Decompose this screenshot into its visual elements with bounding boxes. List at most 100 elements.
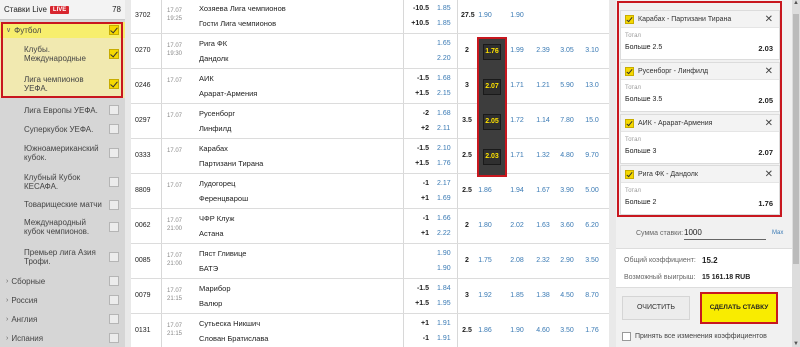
odds-cell[interactable]: 4.60 [533,327,553,334]
odds-cell[interactable]: 1.90 [507,327,527,334]
odds-cell[interactable]: 15.0 [582,117,602,124]
sidebar-checkbox[interactable] [109,148,119,158]
team-home[interactable]: Хозяева Лига чемпионов [199,4,286,13]
scroll-up-icon[interactable]: ▲ [792,0,800,6]
odds-cell[interactable]: 1.86 [475,327,495,334]
team-away[interactable]: Арарат-Армения [199,89,257,98]
odds-cell[interactable]: 1.21 [533,82,553,89]
sidebar-checkbox[interactable] [109,177,119,187]
odds-cell[interactable]: 1.71 [507,82,527,89]
odds-cell[interactable]: 1.75 [475,257,495,264]
scrollbar[interactable]: ▲ ▼ [792,0,800,347]
sidebar-checkbox[interactable] [109,124,119,134]
sidebar-item[interactable]: › Сборные [0,272,125,290]
odds-cell[interactable]: 1.63 [533,222,553,229]
scroll-thumb[interactable] [793,14,799,264]
team-away[interactable]: Линфилд [199,124,231,133]
sidebar-item[interactable]: › Россия [0,291,125,309]
scroll-down-icon[interactable]: ▼ [792,341,800,347]
sidebar-checkbox[interactable] [109,79,119,89]
sidebar-checkbox[interactable] [109,314,119,324]
odds-cell[interactable]: 1.86 [475,187,495,194]
sidebar-checkbox[interactable] [109,333,119,343]
handicap-odd-away[interactable]: 1.90 [437,265,451,272]
odds-cell[interactable]: 13.0 [582,82,602,89]
team-home[interactable]: ЧФР Клуж [199,214,234,223]
sidebar-item[interactable]: Южноамериканский кубок. [0,139,125,167]
clear-button[interactable]: ОЧИСТИТЬ [622,296,690,320]
odds-cell[interactable]: 1.32 [533,152,553,159]
odds-cell[interactable]: 3.90 [557,187,577,194]
odds-cell[interactable]: 1.92 [475,292,495,299]
sidebar-checkbox[interactable] [109,222,119,232]
odds-cell[interactable]: 2.90 [557,257,577,264]
odds-cell[interactable]: 5.90 [557,82,577,89]
sidebar-checkbox[interactable] [109,276,119,286]
handicap-odd-away[interactable]: 1.91 [437,335,451,342]
sidebar-item[interactable]: Международный кубок чемпионов. [0,212,125,242]
stake-input[interactable] [684,226,766,240]
stake-max-link[interactable]: Max [772,230,783,236]
odds-cell[interactable]: 3.10 [582,47,602,54]
odds-cell[interactable]: 3.50 [557,327,577,334]
odds-cell[interactable]: 1.90 [507,12,527,19]
odds-cell[interactable]: 1.76 [582,327,602,334]
sidebar-item[interactable]: › Англия [0,310,125,328]
odds-cell[interactable]: 1.38 [533,292,553,299]
team-away[interactable]: Валюр [199,299,222,308]
handicap-odd-home[interactable]: 1.90 [437,250,451,257]
odds-cell[interactable]: 2.32 [533,257,553,264]
sidebar-checkbox[interactable] [109,49,119,59]
odds-cell[interactable]: 3.05 [557,47,577,54]
sidebar-checkbox[interactable] [109,199,119,210]
sidebar-item[interactable]: Товарищеские матчи [0,197,125,212]
team-home[interactable]: Сутьеска Никшич [199,319,260,328]
team-away[interactable]: Ференцварош [199,194,248,203]
team-away[interactable]: Слован Братислава [199,334,268,343]
handicap-odd-away[interactable]: 1.85 [437,20,451,27]
sidebar-item[interactable]: ∨ Футбол [0,22,125,38]
odds-cell[interactable]: 2.08 [507,257,527,264]
sidebar-item[interactable]: Лига чемпионов УЕФА. [0,70,125,98]
handicap-odd-away[interactable]: 1.76 [437,160,451,167]
team-home[interactable]: Марибор [199,284,231,293]
handicap-odd-home[interactable]: 1.65 [437,40,451,47]
odds-cell[interactable]: 2.02 [507,222,527,229]
odds-cell[interactable]: 1.67 [533,187,553,194]
team-away[interactable]: Гости Лига чемпионов [199,19,276,28]
handicap-odd-home[interactable]: 1.91 [437,320,451,327]
close-icon[interactable]: ✕ [765,14,773,25]
sidebar-checkbox[interactable] [109,295,119,305]
odds-cell[interactable]: 8.70 [582,292,602,299]
team-home[interactable]: Пяст Гливице [199,249,246,258]
team-home[interactable]: Русенборг [199,109,235,118]
odds-cell[interactable]: 1.99 [507,47,527,54]
sidebar-item[interactable]: Премьер лига Азия Трофи. [0,243,125,271]
team-away[interactable]: Астана [199,229,224,238]
bet-checkbox[interactable] [625,118,634,128]
team-home[interactable]: Карабах [199,144,228,153]
team-away[interactable]: Партизани Тирана [199,159,263,168]
handicap-odd-away[interactable]: 2.11 [437,125,450,132]
accept-changes[interactable]: Принять все изменения коэффициентов [622,332,767,341]
odds-cell[interactable]: 1.85 [507,292,527,299]
odds-cell[interactable]: 4.50 [557,292,577,299]
handicap-odd-away[interactable]: 1.95 [437,300,451,307]
odds-cell[interactable]: 3.50 [582,257,602,264]
odds-cell[interactable]: 1.94 [507,187,527,194]
team-home[interactable]: АИК [199,74,214,83]
team-away[interactable]: Дандолк [199,54,228,63]
sidebar-item[interactable]: Клубный Кубок КЕСАФА. [0,168,125,196]
handicap-odd-away[interactable]: 2.20 [437,55,451,62]
handicap-odd-away[interactable]: 1.69 [437,195,451,202]
handicap-odd-home[interactable]: 1.68 [437,110,451,117]
sidebar-item[interactable]: Клубы. Международные [0,38,125,70]
handicap-odd-home[interactable]: 1.84 [437,285,451,292]
odds-cell[interactable]: 6.20 [582,222,602,229]
handicap-odd-home[interactable]: 1.85 [437,5,451,12]
team-home[interactable]: Лудогорец [199,179,235,188]
close-icon[interactable]: ✕ [765,118,773,129]
odds-cell[interactable]: 1.14 [533,117,553,124]
odds-cell[interactable]: 4.80 [557,152,577,159]
odds-cell[interactable]: 3.60 [557,222,577,229]
